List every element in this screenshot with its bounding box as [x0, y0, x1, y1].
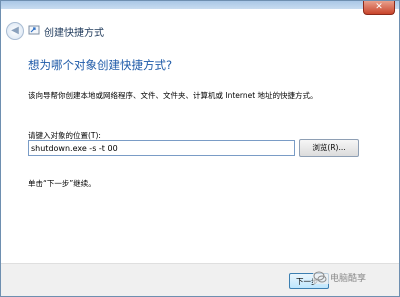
continue-hint: 单击“下一步”继续。	[28, 179, 96, 188]
wizard-title: 创建快捷方式	[44, 28, 104, 39]
shortcut-wizard-icon	[28, 25, 40, 35]
browse-button[interactable]: 浏览(R)...	[299, 139, 359, 157]
back-button[interactable]: ◀	[6, 22, 24, 40]
location-input[interactable]	[28, 140, 295, 156]
back-arrow-icon: ◀	[11, 25, 19, 36]
close-icon: ✕	[375, 2, 383, 12]
create-shortcut-window: ✕ ◀ 创建快捷方式 想为哪个对象创建快捷方式? 该向导帮你创建本地或网络程序、…	[0, 0, 400, 297]
watermark: 电脑酷享	[313, 270, 367, 284]
title-bar	[1, 1, 399, 9]
wechat-icon	[313, 271, 327, 283]
page-description: 该向导帮你创建本地或网络程序、文件、文件夹、计算机或 Internet 地址的快…	[28, 91, 318, 100]
page-heading: 想为哪个对象创建快捷方式?	[28, 58, 173, 72]
wizard-footer: 下一步 电脑酷享	[1, 263, 399, 296]
watermark-text: 电脑酷享	[330, 273, 367, 284]
close-button[interactable]: ✕	[363, 1, 395, 15]
